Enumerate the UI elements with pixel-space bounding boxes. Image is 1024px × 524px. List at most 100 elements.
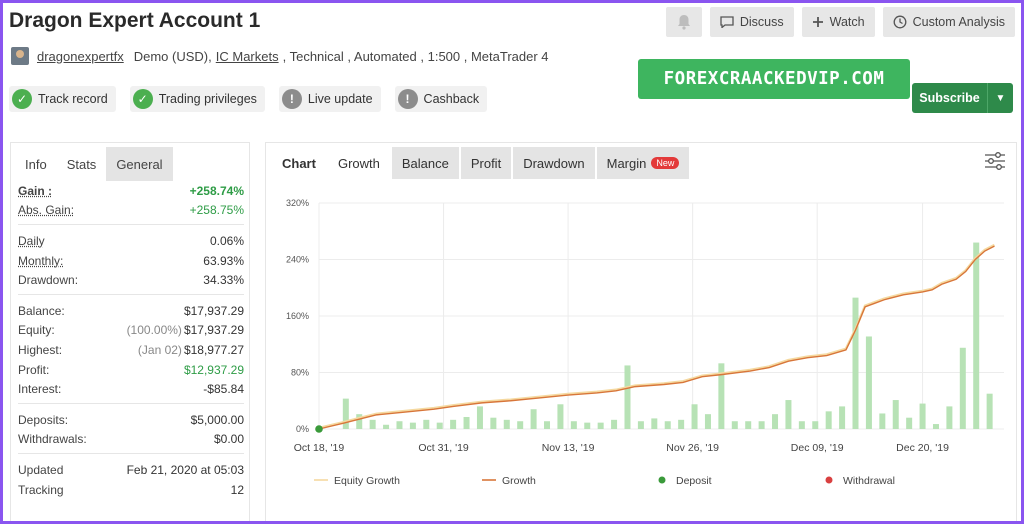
bar [946,406,953,429]
new-badge: New [651,157,680,169]
stat-value: +258.75% [189,203,244,218]
bar [342,398,349,429]
sliders-icon[interactable] [984,152,1006,170]
y-tick-label: 160% [286,311,309,321]
stats-list: Gain : +258.74% Abs. Gain: +258.75% Dail… [11,181,249,499]
bar [959,347,966,429]
subscribe-label: Subscribe [919,91,980,105]
bar [973,242,980,429]
badge-cashback[interactable]: ! Cashback [394,86,488,112]
tab-info[interactable]: Info [15,147,57,181]
stat-label[interactable]: Gain : [18,184,52,198]
stat-deposits: Deposits: $5,000.00 [18,410,244,430]
bar [383,424,390,429]
y-tick-label: 240% [286,255,309,265]
badge-label: Live update [307,92,373,106]
clock-icon [893,15,907,29]
stat-drawdown: Drawdown: 34.33% [18,270,244,290]
stat-sub: (Jan 02) [137,342,182,357]
legend-growth: Growth [502,475,536,487]
bar [409,422,416,429]
stat-value: +258.74% [189,183,244,198]
bar [476,406,483,429]
bar [611,419,618,429]
chat-icon [720,16,734,28]
stat-monthly: Monthly: 63.93% [18,251,244,271]
stat-value: 63.93% [203,253,244,268]
y-tick-label: 80% [291,368,309,378]
stat-label: Drawdown: [18,273,79,288]
stat-abs-gain: Abs. Gain: +258.75% [18,201,244,221]
badge-track-record[interactable]: ✓ Track record [9,86,116,112]
stats-tabs: Info Stats General [15,147,249,181]
divider [18,402,244,404]
bar [812,421,819,429]
exclamation-icon: ! [397,89,418,109]
tab-stats[interactable]: Stats [56,147,107,181]
stat-balance: Balance: $17,937.29 [18,301,244,321]
tab-growth[interactable]: Growth [327,147,390,179]
check-icon: ✓ [12,89,32,109]
stat-value: $12,937.29 [183,362,244,377]
bar [570,421,577,429]
badge-trading-privileges[interactable]: ✓ Trading privileges [129,86,265,112]
stat-label: Profit: [18,362,50,377]
badge-label: Track record [38,92,108,106]
bar [879,413,886,429]
watch-button[interactable]: Watch [801,7,875,37]
bar [423,419,430,429]
stat-label[interactable]: Abs. Gain: [18,203,74,217]
bar [584,422,591,429]
badge-label: Cashback [423,92,480,106]
x-tick-label: Nov 26, '19 [666,442,719,454]
x-tick-label: Nov 13, '19 [542,442,595,454]
bar [530,409,537,429]
stat-interest: Interest: -$85.84 [18,379,244,399]
custom-analysis-button[interactable]: Custom Analysis [882,7,1015,37]
bar [986,393,993,429]
check-icon: ✓ [132,89,153,109]
stat-updated: Updated Feb 21, 2020 at 05:03 [18,460,244,480]
chevron-down-icon[interactable]: ▼ [987,83,1013,113]
discuss-button[interactable]: Discuss [709,7,794,37]
bar [906,417,913,429]
divider [18,224,244,226]
notification-button[interactable] [665,7,702,37]
stats-panel: Info Stats General Gain : +258.74% Abs. … [10,142,250,521]
stat-highest: Highest: (Jan 02) $18,977.27 [18,340,244,360]
username-link[interactable]: dragonexpertfx [37,49,124,64]
stat-label[interactable]: Daily [18,234,45,248]
stat-label: Balance: [18,303,65,318]
subscribe-button[interactable]: Subscribe ▼ [912,83,1013,113]
bar [463,416,470,429]
tab-general[interactable]: General [106,147,173,181]
bar [704,414,711,429]
discuss-label: Discuss [739,15,784,29]
bar [865,336,872,429]
tab-profit[interactable]: Profit [460,147,512,179]
stat-profit: Profit: $12,937.29 [18,360,244,380]
stat-gain: Gain : +258.74% [18,181,244,201]
bar [597,422,604,429]
bar [557,404,564,429]
stat-value: $17,937.29 [183,323,244,338]
broker-link[interactable]: IC Markets [216,49,279,64]
tab-balance[interactable]: Balance [391,147,459,179]
avatar [11,47,29,65]
stat-value: $0.00 [213,432,244,447]
bar [919,403,926,429]
stat-value: -$85.84 [203,382,244,397]
chart-tabs: Chart Growth Balance Profit Drawdown Mar… [272,147,691,179]
tab-margin-label: Margin [606,155,647,171]
bar [785,400,792,429]
growth-chart: 0% 80% 160% 240% 320% Oct 18, '19 Oct 31, '19 N… [286,198,1004,487]
bar [758,421,765,429]
bar [691,404,698,429]
tab-margin[interactable]: Margin New [596,147,690,179]
chart-panel: 0% 80% 160% 240% 320% Oct 18, '19 Oct 31, '19 N… [265,142,1017,521]
tab-drawdown[interactable]: Drawdown [513,147,595,179]
stat-daily: Daily 0.06% [18,231,244,251]
stat-value: $18,977.27 [183,342,244,357]
badge-live-update[interactable]: ! Live update [278,86,381,112]
stat-label[interactable]: Monthly: [18,254,63,268]
